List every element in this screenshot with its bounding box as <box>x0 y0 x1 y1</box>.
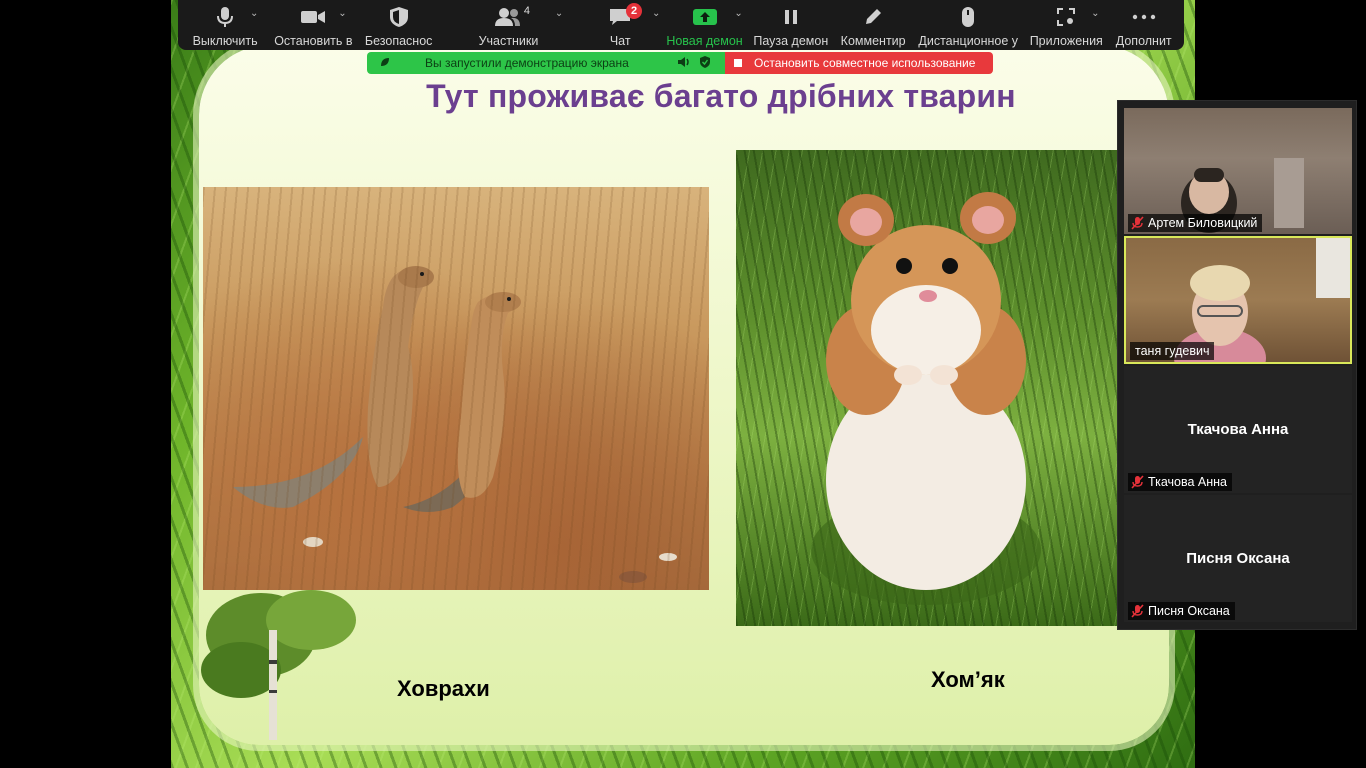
remote-control-button[interactable]: Дистанционное у <box>911 0 1025 50</box>
mouse-icon <box>954 6 982 28</box>
participant-name-tag: таня гудевич <box>1130 342 1215 360</box>
apps-icon <box>1052 6 1080 28</box>
zoom-window: Тут проживає багато дрібних тварин Ховра… <box>0 0 1366 768</box>
slide-title: Тут проживає багато дрібних тварин <box>426 78 1016 114</box>
video-tile-1[interactable]: Артем Биловицкий <box>1124 108 1352 234</box>
participant-name-tag: Писня Оксана <box>1128 602 1235 620</box>
participant-display-name: Ткачова Анна <box>1187 421 1289 438</box>
participants-count: 4 <box>523 5 530 17</box>
pause-share-button[interactable]: Пауза демон <box>747 0 835 50</box>
chevron-down-icon[interactable]: ⌄ <box>338 8 346 19</box>
hamster-photo <box>736 150 1117 626</box>
chevron-down-icon[interactable]: ⌄ <box>652 8 660 19</box>
caption-hamster: Хом’як <box>931 667 1005 692</box>
annotate-button[interactable]: Комментир <box>835 0 911 50</box>
meeting-toolbar: ⌄ Выключить ⌄ Остановить в Безопаснос 4 … <box>178 0 1184 50</box>
shield-check-icon[interactable] <box>699 55 725 72</box>
chevron-down-icon[interactable]: ⌄ <box>1091 8 1099 19</box>
video-tile-4[interactable]: Писня Оксана Писня Оксана <box>1124 495 1352 622</box>
participant-display-name: Писня Оксана <box>1186 550 1290 567</box>
more-dots-icon <box>1130 6 1158 28</box>
ground-squirrels-photo <box>203 187 709 590</box>
mic-muted-icon <box>1131 216 1144 230</box>
video-tile-2-active-speaker[interactable]: таня гудевич <box>1124 236 1352 364</box>
pen-icon <box>859 6 887 28</box>
mute-button[interactable]: ⌄ Выключить <box>182 0 268 50</box>
participants-video-panel: Артем Биловицкий таня гудевич Ткачова Ан… <box>1117 100 1357 630</box>
microphone-icon <box>211 6 239 28</box>
chevron-down-icon[interactable]: ⌄ <box>734 8 742 19</box>
share-screen-icon <box>691 6 719 28</box>
stop-share-button[interactable]: Остановить совместное использование <box>725 52 993 74</box>
more-button[interactable]: Дополнит <box>1107 0 1180 50</box>
chat-unread-badge: 2 <box>626 3 643 19</box>
chat-button[interactable]: 2 ⌄ Чат <box>578 0 662 50</box>
shared-slide: Тут проживає багато дрібних тварин Ховра… <box>171 0 1195 768</box>
birch-tree-illustration <box>201 590 356 740</box>
new-share-button[interactable]: ⌄ Новая демон <box>662 0 746 50</box>
participant-name-tag: Артем Биловицкий <box>1128 214 1263 232</box>
participants-icon <box>494 6 522 28</box>
sharing-status-text: Вы запустили демонстрацию экрана <box>425 56 629 70</box>
chevron-down-icon[interactable]: ⌄ <box>555 8 563 19</box>
security-button[interactable]: Безопаснос <box>358 0 438 50</box>
video-camera-icon <box>299 6 327 28</box>
chevron-down-icon[interactable]: ⌄ <box>250 8 258 19</box>
leaf-icon <box>379 56 393 71</box>
ground-squirrels-illustration <box>233 266 677 583</box>
pause-icon <box>777 6 805 28</box>
participants-button[interactable]: 4 ⌄ Участники <box>439 0 578 50</box>
video-tile-3[interactable]: Ткачова Анна Ткачова Анна <box>1124 366 1352 493</box>
hamster-illustration <box>811 192 1041 605</box>
participant-name-tag: Ткачова Анна <box>1128 473 1232 491</box>
stop-share-label: Остановить совместное использование <box>754 56 976 70</box>
mic-muted-icon <box>1131 604 1144 618</box>
shield-icon <box>385 6 413 28</box>
stop-icon <box>734 59 742 67</box>
sharing-status-bar: Вы запустили демонстрацию экрана <box>367 52 725 74</box>
apps-button[interactable]: ⌄ Приложения <box>1025 0 1107 50</box>
mic-muted-icon <box>1131 475 1144 489</box>
caption-ground-squirrels: Ховрахи <box>397 676 490 701</box>
speaker-icon[interactable] <box>677 56 699 71</box>
stop-video-button[interactable]: ⌄ Остановить в <box>268 0 358 50</box>
